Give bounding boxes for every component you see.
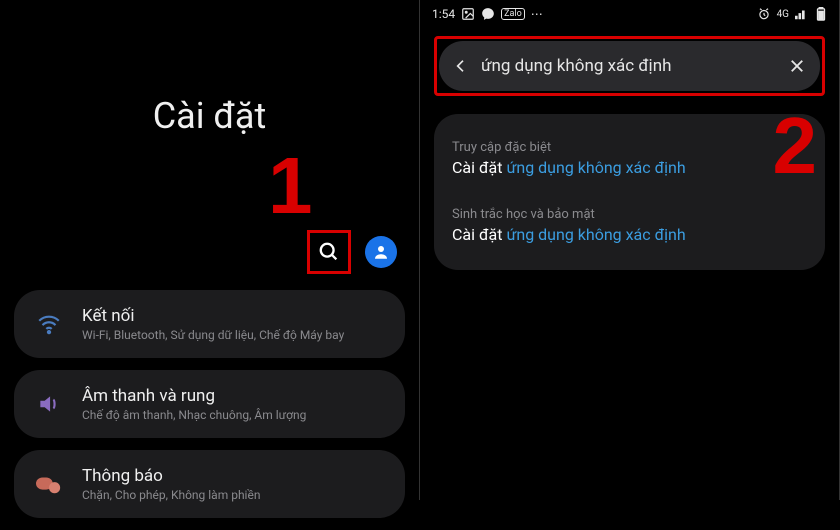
search-input[interactable]: ứng dụng không xác định <box>481 56 776 76</box>
notification-icon <box>34 473 64 495</box>
settings-search-pane: 1:54 Zalo ⋯ 4G ứng dụng không xác định 2… <box>420 0 840 500</box>
settings-item-sounds[interactable]: Âm thanh và rung Chế độ âm thanh, Nhạc c… <box>14 370 405 438</box>
speaker-icon <box>34 391 64 417</box>
item-subtitle: Wi-Fi, Bluetooth, Sử dụng dữ liệu, Chế đ… <box>82 328 385 342</box>
page-title: Cài đặt <box>0 95 419 137</box>
step-annotation-2: 2 <box>773 100 818 192</box>
search-button[interactable] <box>307 230 351 274</box>
signal-label: 4G <box>777 9 789 20</box>
battery-icon <box>815 7 827 21</box>
gallery-icon <box>461 7 475 21</box>
wifi-icon <box>34 311 64 337</box>
settings-item-notifications[interactable]: Thông báo Chặn, Cho phép, Không làm phiề… <box>14 450 405 518</box>
settings-item-connections[interactable]: Kết nối Wi-Fi, Bluetooth, Sử dụng dữ liệ… <box>14 290 405 358</box>
result-breadcrumb: Sinh trắc học và bảo mật <box>452 207 807 222</box>
action-row <box>307 230 397 274</box>
messenger-icon <box>481 7 495 21</box>
search-bar[interactable]: ứng dụng không xác định <box>439 41 820 91</box>
signal-icon <box>795 8 809 20</box>
item-title: Thông báo <box>82 466 385 486</box>
search-bar-highlight: ứng dụng không xác định <box>434 36 825 96</box>
user-icon <box>372 243 390 261</box>
status-time: 1:54 <box>432 7 455 21</box>
search-icon <box>318 241 340 263</box>
result-line: Cài đặt ứng dụng không xác định <box>452 158 807 177</box>
back-icon[interactable] <box>453 58 469 74</box>
settings-home-pane: Cài đặt 1 Kết nối Wi-Fi, Bluetooth, Sử d… <box>0 0 420 500</box>
search-results: Truy cập đặc biệt Cài đặt ứng dụng không… <box>434 114 825 270</box>
result-item-special-access[interactable]: Truy cập đặc biệt Cài đặt ứng dụng không… <box>452 130 807 187</box>
account-avatar[interactable] <box>365 236 397 268</box>
item-subtitle: Chế độ âm thanh, Nhạc chuông, Âm lượng <box>82 408 385 422</box>
alarm-icon <box>757 7 771 21</box>
zalo-icon: Zalo <box>501 8 525 20</box>
settings-list: Kết nối Wi-Fi, Bluetooth, Sử dụng dữ liệ… <box>14 290 405 530</box>
more-icon: ⋯ <box>531 7 543 21</box>
result-line: Cài đặt ứng dụng không xác định <box>452 225 807 244</box>
item-title: Âm thanh và rung <box>82 386 385 406</box>
result-item-biometrics[interactable]: Sinh trắc học và bảo mật Cài đặt ứng dụn… <box>452 197 807 254</box>
item-title: Kết nối <box>82 306 385 326</box>
clear-icon[interactable] <box>788 57 806 75</box>
step-annotation-1: 1 <box>268 140 313 232</box>
status-bar: 1:54 Zalo ⋯ 4G <box>420 2 839 26</box>
result-breadcrumb: Truy cập đặc biệt <box>452 140 807 155</box>
